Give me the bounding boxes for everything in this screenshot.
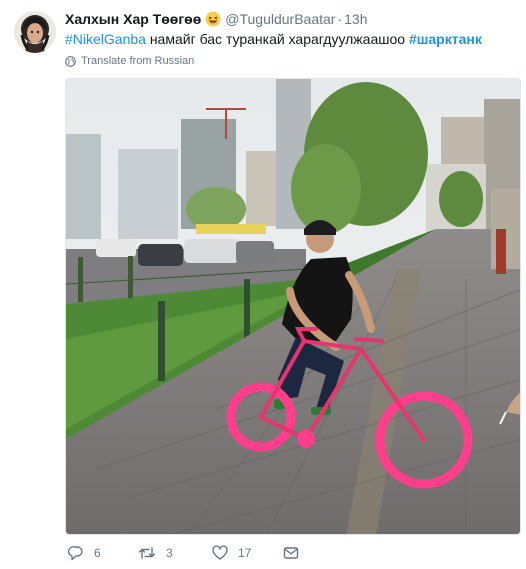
tweet-photo[interactable] (65, 78, 521, 535)
reply-count: 6 (94, 546, 101, 560)
hashtag-sharktank[interactable]: #шарктанк (409, 31, 482, 47)
hashtag-nikelganba[interactable]: #NikelGanba (65, 31, 146, 47)
reply-icon (68, 546, 83, 561)
like-button[interactable]: 17 (212, 545, 251, 561)
translate-link[interactable]: Translate from Russian (65, 54, 194, 68)
envelope-icon (283, 547, 299, 559)
retweet-button[interactable]: 3 (138, 545, 173, 561)
globe-icon (65, 55, 76, 67)
retweet-count: 3 (166, 546, 173, 560)
tweet-header: Халхын Хар Төөгөө @TuguldurBaatar · 13h (65, 10, 368, 28)
translate-label: Translate from Russian (81, 55, 195, 67)
separator-dot: · (337, 11, 343, 27)
user-handle[interactable]: @TuguldurBaatar (225, 11, 335, 27)
like-count: 17 (238, 546, 252, 560)
avatar[interactable] (14, 11, 56, 53)
retweet-icon (138, 547, 156, 559)
display-name[interactable]: Халхын Хар Төөгөө (65, 11, 201, 27)
tweet-timestamp[interactable]: 13h (344, 11, 367, 27)
direct-message-button[interactable] (283, 545, 299, 561)
reply-button[interactable]: 6 (68, 545, 101, 561)
tweet-body-text: намайг бас туранкай харагдуулжаашоо (145, 31, 409, 47)
heart-icon (212, 545, 228, 560)
tweet-text: #NikelGanba намайг бас туранкай харагдуу… (65, 30, 482, 48)
tweet: Халхын Хар Төөгөө @TuguldurBaatar · 13h #Ni… (0, 0, 526, 569)
laughing-face-emoji-icon (205, 11, 221, 31)
